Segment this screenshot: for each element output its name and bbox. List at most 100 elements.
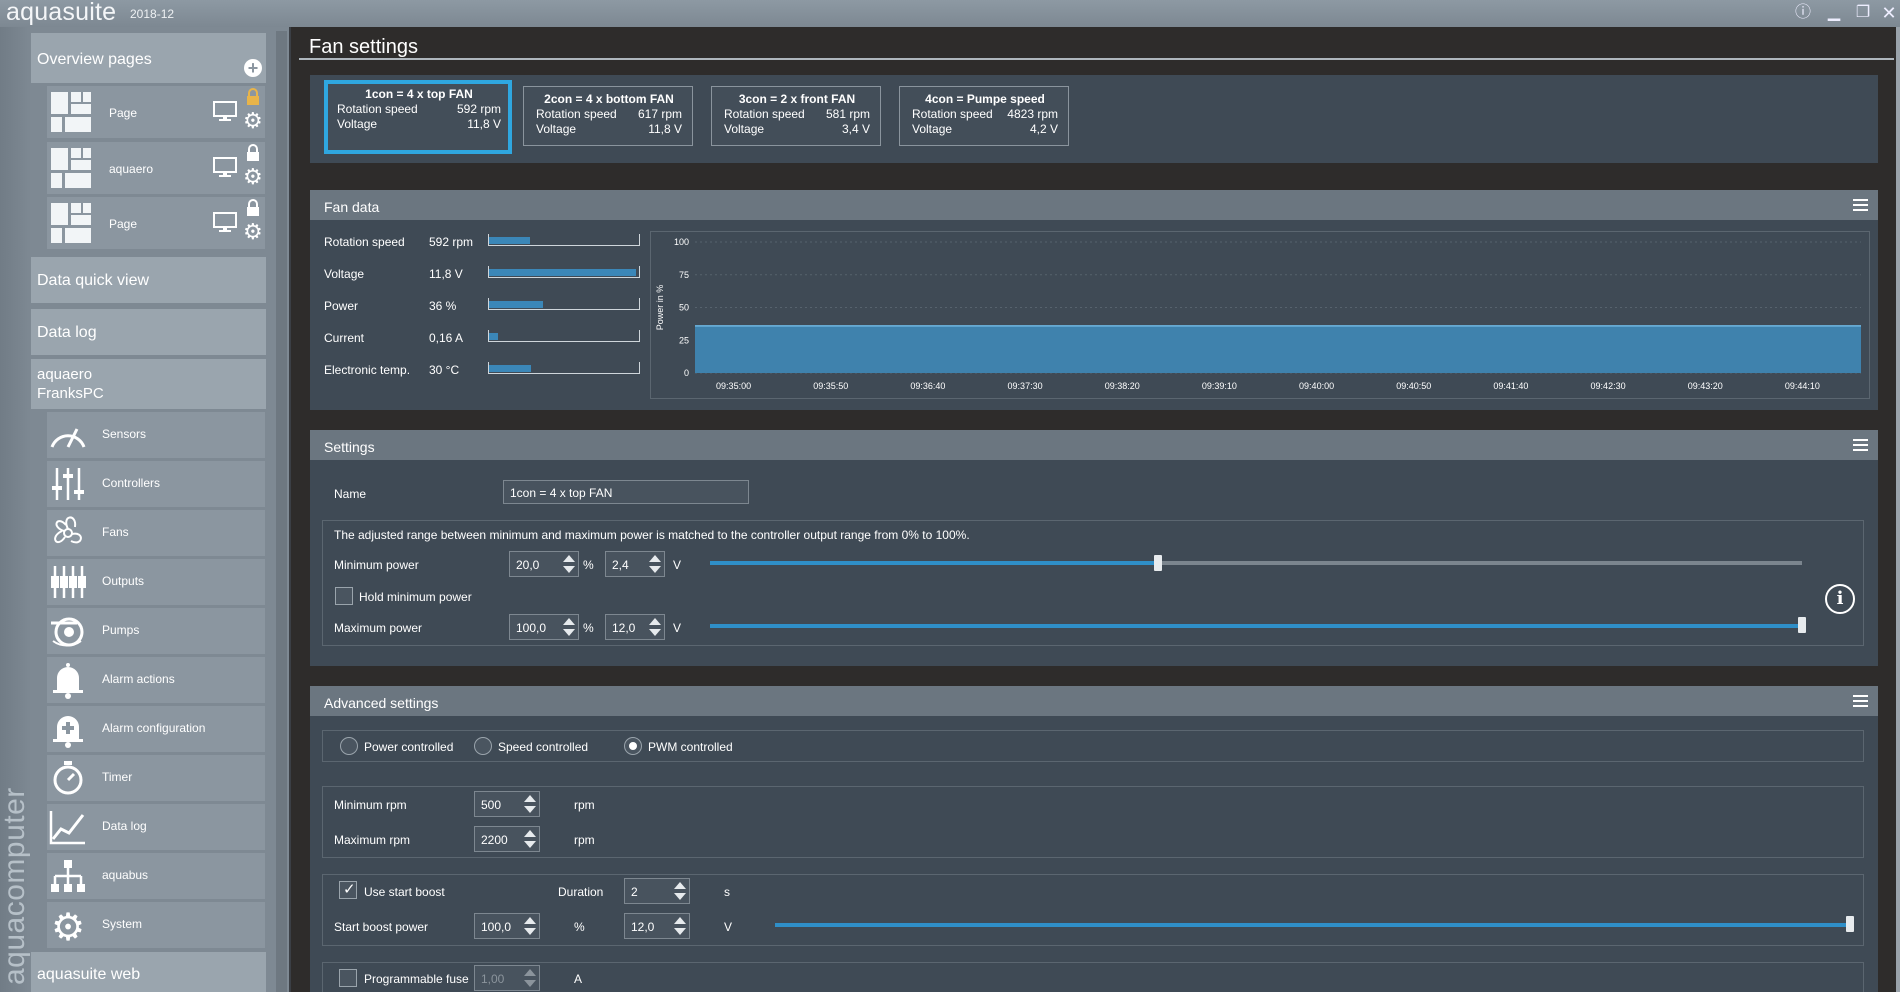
sidebar-item-alarm-actions[interactable]: Alarm actions bbox=[47, 657, 265, 703]
fan-tab-speed-value: 592 rpm bbox=[456, 102, 501, 116]
boost-volt-unit: V bbox=[724, 920, 733, 934]
pwm-controlled-radio[interactable] bbox=[624, 737, 642, 755]
max-rpm-spinner[interactable]: 2200 bbox=[474, 826, 540, 852]
min-power-pct-unit: % bbox=[583, 558, 594, 572]
min-power-volt-spinner[interactable]: 2,4 bbox=[605, 551, 665, 577]
fan-data-label: Current bbox=[324, 331, 365, 345]
sidebar-scrollbar[interactable] bbox=[276, 31, 287, 992]
boost-percent-value: 100,0 bbox=[481, 920, 512, 934]
settings-title: Settings bbox=[324, 439, 375, 455]
network-icon bbox=[47, 856, 89, 896]
fuse-unit: A bbox=[574, 972, 583, 986]
overview-page-item[interactable]: Page ⚙ bbox=[47, 86, 265, 138]
boost-percent-spinner[interactable]: 100,0 bbox=[474, 913, 540, 939]
power-controlled-radio[interactable] bbox=[340, 737, 358, 755]
page-title: Fan settings bbox=[299, 30, 1894, 60]
power-chart: 100 75 50 25 0 09:35:00 09:35:50 09:36:40 09:37:… bbox=[650, 231, 1870, 399]
sidebar-item-sensors[interactable]: Sensors bbox=[47, 412, 265, 458]
start-boost-label: Use start boost bbox=[364, 885, 445, 899]
fan-tab-speed-label: Rotation speed bbox=[536, 107, 617, 121]
overview-page-item[interactable]: Page ⚙ bbox=[47, 197, 265, 249]
title-bar bbox=[0, 0, 1900, 27]
fan-data-menu-icon[interactable] bbox=[1853, 199, 1868, 211]
speed-controlled-radio[interactable] bbox=[474, 737, 492, 755]
min-power-volt-unit: V bbox=[673, 558, 682, 572]
fan-data-bar bbox=[488, 266, 640, 278]
gear-icon[interactable]: ⚙ bbox=[243, 221, 263, 243]
min-power-slider-thumb[interactable] bbox=[1154, 555, 1162, 571]
settings-menu-icon[interactable] bbox=[1853, 439, 1868, 451]
svg-text:⚙: ⚙ bbox=[51, 905, 85, 945]
outputs-icon bbox=[47, 562, 89, 602]
fan-tab-bar: 1con = 4 x top FAN Rotation speed 592 rpm V… bbox=[310, 75, 1878, 163]
sidebar-item-label: aquabus bbox=[102, 868, 149, 882]
fan-tab-2[interactable]: 2con = 4 x bottom FAN Rotation speed 617 r… bbox=[523, 86, 693, 146]
fuse-spinner[interactable]: 1,00 bbox=[474, 965, 540, 991]
min-power-percent-spinner[interactable]: 20,0 bbox=[509, 551, 579, 577]
lock-icon[interactable] bbox=[245, 144, 261, 162]
power-controlled-label: Power controlled bbox=[364, 740, 454, 754]
pump-icon bbox=[47, 611, 89, 651]
y-tick-label: 25 bbox=[679, 335, 689, 345]
sidebar-item-fans[interactable]: Fans bbox=[47, 510, 265, 556]
close-button[interactable]: ✕ bbox=[1878, 2, 1900, 24]
data-quick-view-item[interactable]: Data quick view bbox=[31, 257, 266, 303]
advanced-settings-menu-icon[interactable] bbox=[1853, 695, 1868, 707]
max-power-percent-spinner[interactable]: 100,0 bbox=[509, 614, 579, 640]
device-header[interactable]: aquaero FranksPC bbox=[31, 359, 266, 409]
x-tick-label: 09:40:50 bbox=[1396, 381, 1431, 391]
x-tick-label: 09:38:20 bbox=[1105, 381, 1140, 391]
sidebar-item-data-log[interactable]: Data log bbox=[47, 804, 265, 850]
info-circle-icon[interactable]: i bbox=[1825, 584, 1855, 614]
lock-icon[interactable] bbox=[245, 88, 261, 106]
sidebar-item-label: System bbox=[102, 917, 143, 931]
sidebar-item-system[interactable]: ⚙ System bbox=[47, 902, 265, 949]
max-power-volt-spinner[interactable]: 12,0 bbox=[605, 614, 665, 640]
sidebar-item-pumps[interactable]: Pumps bbox=[47, 608, 265, 654]
min-rpm-spinner[interactable]: 500 bbox=[474, 791, 540, 817]
sidebar-item-label: Pumps bbox=[102, 623, 140, 637]
fan-tab-4[interactable]: 4con = Pumpe speed Rotation speed 4823 rpm… bbox=[899, 86, 1069, 146]
max-power-volt-value: 12,0 bbox=[612, 621, 636, 635]
restore-button[interactable]: ❐ bbox=[1852, 2, 1874, 24]
lock-icon[interactable] bbox=[245, 199, 261, 217]
fan-tab-speed-row: Rotation speed 592 rpm bbox=[337, 102, 501, 117]
name-input[interactable]: 1con = 4 x top FAN bbox=[503, 480, 749, 504]
aquasuite-web-item[interactable]: aquasuite web bbox=[31, 952, 266, 992]
max-power-slider-thumb[interactable] bbox=[1798, 617, 1806, 633]
overview-pages-header[interactable]: Overview pages bbox=[31, 33, 266, 83]
fan-data-bar bbox=[488, 362, 640, 374]
gear-icon[interactable]: ⚙ bbox=[243, 166, 263, 188]
fan-tab-3[interactable]: 3con = 2 x front FAN Rotation speed 581 rp… bbox=[711, 86, 881, 146]
data-log-nav-item[interactable]: Data log bbox=[31, 309, 266, 355]
add-page-icon[interactable]: + bbox=[244, 59, 262, 77]
fan-tab-1[interactable]: 1con = 4 x top FAN Rotation speed 592 rpm V… bbox=[324, 80, 512, 154]
power-chart-svg: 100 75 50 25 0 09:35:00 09:35:50 09:36:40 09:37:… bbox=[655, 237, 1861, 391]
sidebar-item-aquabus[interactable]: aquabus bbox=[47, 853, 265, 899]
sidebar-item-label: Alarm actions bbox=[102, 672, 175, 686]
start-boost-checkbox[interactable]: ✓ bbox=[339, 881, 357, 899]
fan-tab-voltage-row: Voltage 3,4 V bbox=[724, 122, 870, 137]
monitor-icon[interactable] bbox=[213, 101, 239, 123]
fan-tab-title: 1con = 4 x top FAN bbox=[365, 87, 473, 101]
info-icon[interactable]: ⓘ bbox=[1792, 2, 1814, 24]
max-power-slider-fill bbox=[710, 624, 1802, 628]
sidebar-item-timer[interactable]: Timer bbox=[47, 755, 265, 801]
y-tick-label: 50 bbox=[679, 303, 689, 313]
max-power-label: Maximum power bbox=[334, 621, 423, 635]
overview-page-item[interactable]: aquaero ⚙ bbox=[47, 142, 265, 194]
sidebar-item-controllers[interactable]: Controllers bbox=[47, 461, 265, 507]
sidebar-item-alarm-configuration[interactable]: Alarm configuration bbox=[47, 706, 265, 752]
monitor-icon[interactable] bbox=[213, 212, 239, 234]
duration-spinner[interactable]: 2 bbox=[624, 878, 690, 904]
minimize-button[interactable]: ▁ bbox=[1823, 2, 1845, 24]
hold-min-power-checkbox[interactable] bbox=[335, 587, 353, 605]
monitor-icon[interactable] bbox=[213, 157, 239, 179]
boost-volt-spinner[interactable]: 12,0 bbox=[624, 913, 690, 939]
sidebar-item-outputs[interactable]: Outputs bbox=[47, 559, 265, 605]
bell-plus-icon bbox=[47, 709, 89, 749]
boost-power-slider-thumb[interactable] bbox=[1846, 916, 1854, 932]
gear-icon[interactable]: ⚙ bbox=[243, 110, 263, 132]
programmable-fuse-checkbox[interactable] bbox=[339, 969, 357, 987]
power-area-series bbox=[695, 325, 1861, 373]
